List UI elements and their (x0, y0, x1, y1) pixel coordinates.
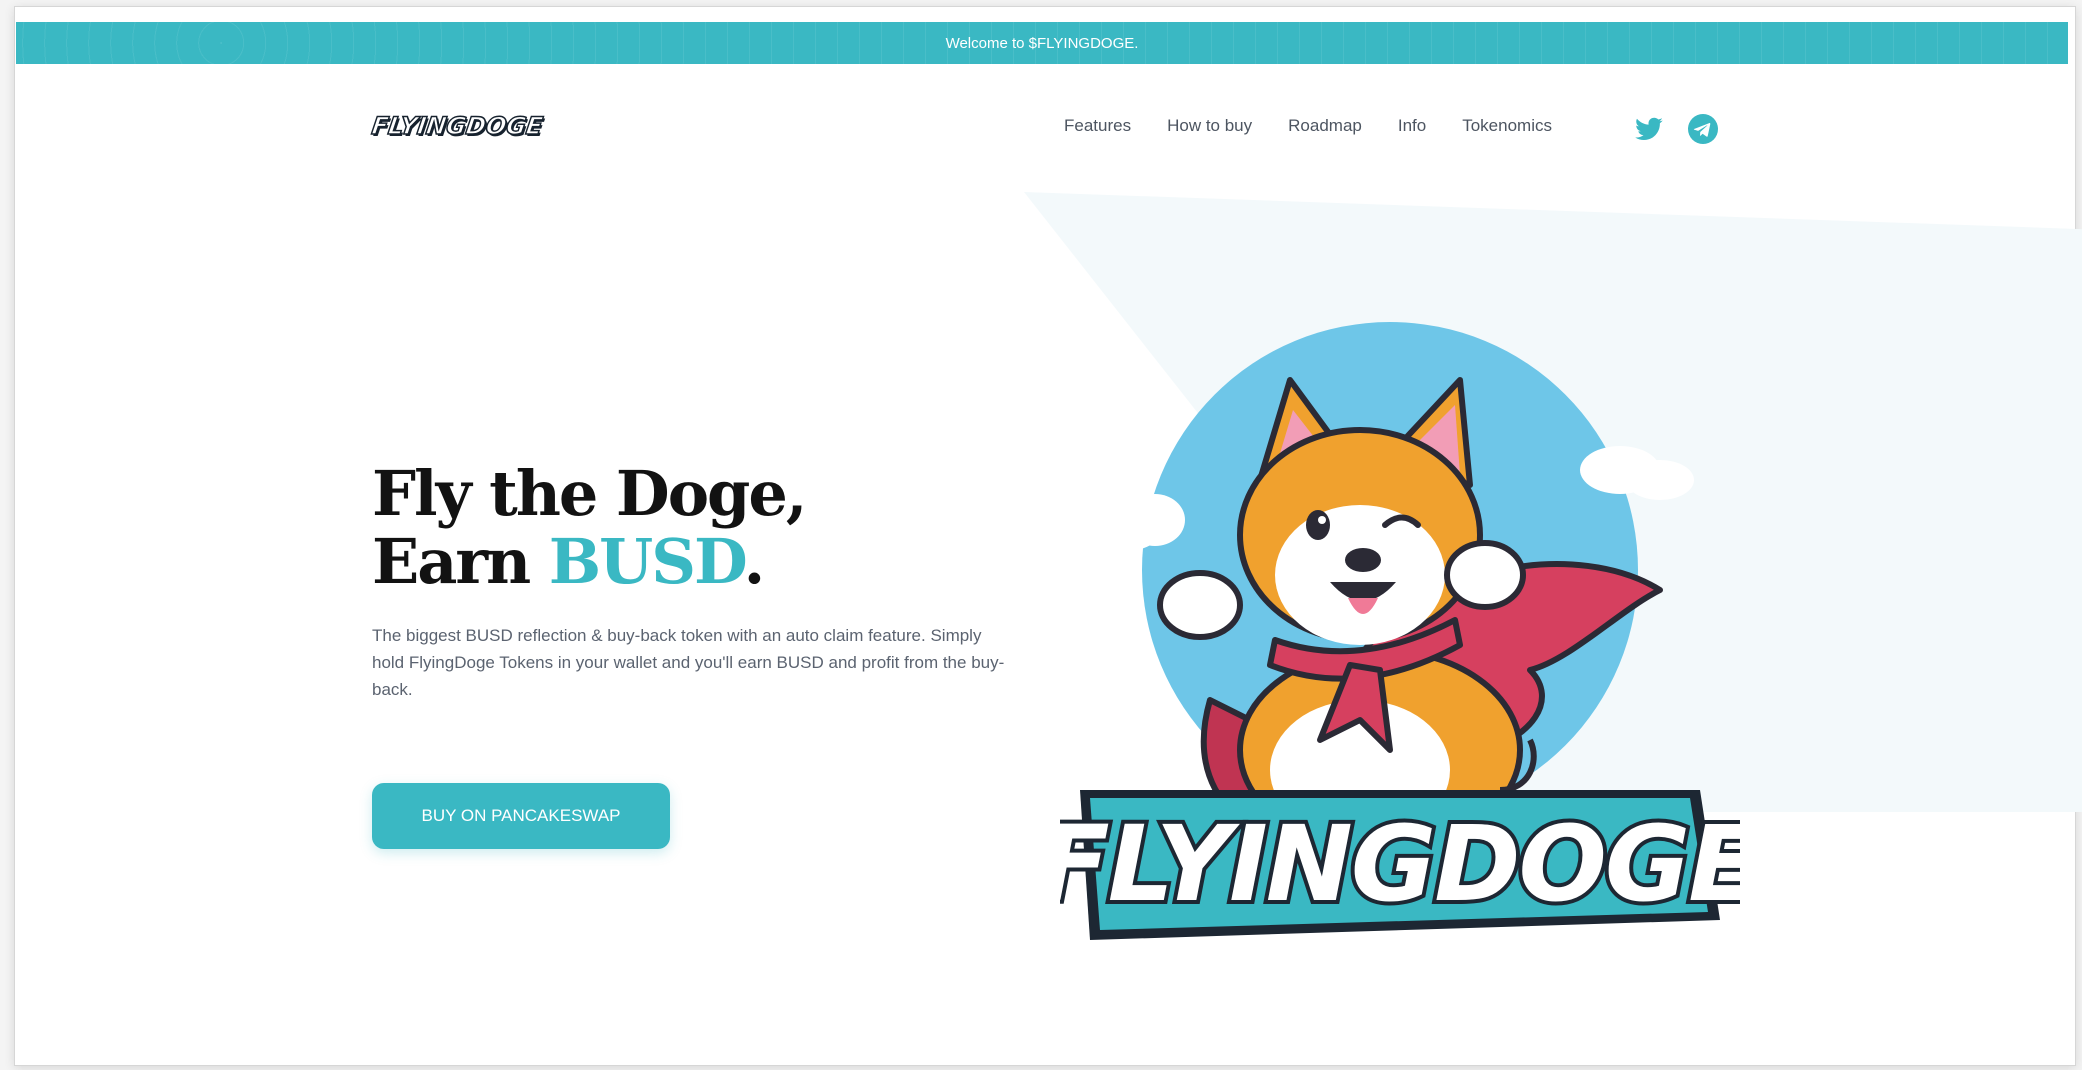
nav-info[interactable]: Info (1398, 116, 1426, 136)
hero-title-line1: Fly the Doge, (372, 457, 807, 530)
telegram-icon[interactable] (1688, 114, 1718, 144)
announcement-text: Welcome to $FLYINGDOGE. (945, 34, 1139, 52)
hero-title-suffix: . (743, 525, 766, 598)
main-nav: Features How to buy Roadmap Info Tokenom… (1064, 116, 1552, 136)
flyingdoge-mascot: FLYINGDOGE (1035, 320, 1764, 960)
site-logo[interactable]: FLYINGDOGE (369, 111, 545, 141)
social-links (1634, 114, 1718, 144)
nav-tokenomics[interactable]: Tokenomics (1462, 116, 1552, 136)
hero-description: The biggest BUSD reflection & buy-back t… (372, 626, 1005, 699)
mascot-logo-text: FLYINGDOGE (1060, 803, 1740, 925)
nav-how-to-buy[interactable]: How to buy (1167, 116, 1252, 136)
hero-title-prefix: Earn (372, 525, 549, 598)
hero-title-accent: BUSD (548, 525, 746, 598)
hero-title: Fly the Doge, Earn BUSD. (372, 457, 807, 598)
nav-features[interactable]: Features (1064, 116, 1131, 136)
twitter-icon[interactable] (1634, 114, 1664, 144)
buy-on-pancakeswap-button[interactable]: BUY ON PANCAKESWAP (372, 783, 670, 849)
announcement-bar: Welcome to $FLYINGDOGE. (16, 22, 2068, 64)
nav-roadmap[interactable]: Roadmap (1288, 116, 1362, 136)
